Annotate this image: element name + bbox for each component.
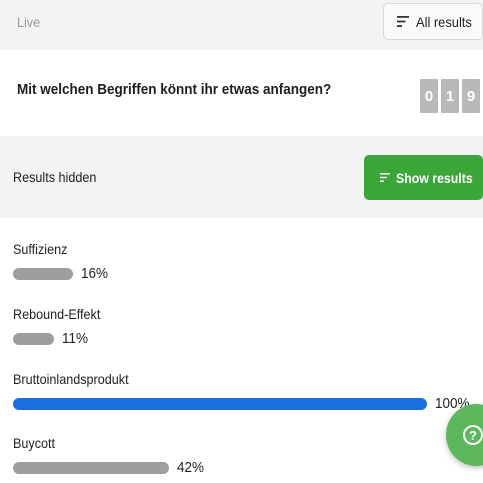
- option-label: Rebound-Effekt: [13, 306, 101, 322]
- filter-lines-icon: [397, 16, 409, 27]
- option-bar-fill: [13, 268, 73, 280]
- option-bar: [13, 268, 427, 280]
- question-mark-icon: ?: [463, 425, 483, 445]
- response-counter: 0 1 9: [420, 79, 480, 113]
- top-bar: Live All results: [0, 0, 483, 50]
- counter-digit: 1: [441, 79, 459, 113]
- option-label: Bruttoinlandsprodukt: [13, 371, 129, 387]
- show-results-label: Show results: [395, 169, 473, 186]
- option-bar-fill: [13, 333, 54, 345]
- option-percent: 16%: [81, 265, 109, 282]
- all-results-label: All results: [416, 13, 472, 30]
- live-status: Live: [17, 14, 41, 30]
- all-results-button[interactable]: All results: [383, 3, 483, 40]
- filter-lines-icon: [380, 173, 390, 182]
- option-bar: [13, 462, 427, 474]
- show-results-button[interactable]: Show results: [364, 155, 483, 200]
- results-hidden-text: Results hidden: [13, 169, 97, 185]
- option-label: Suffizienz: [13, 241, 68, 257]
- help-button[interactable]: ?: [446, 404, 483, 466]
- option-percent: 11%: [62, 330, 89, 347]
- option-label: Buycott: [13, 435, 56, 451]
- counter-digit: 9: [462, 79, 480, 113]
- question-text: Mit welchen Begriffen könnt ihr etwas an…: [17, 81, 332, 98]
- counter-digit: 0: [420, 79, 438, 113]
- option-bar-fill: [13, 462, 169, 474]
- option-percent: 42%: [177, 459, 205, 476]
- option-bar: [13, 398, 427, 410]
- option-bar-fill: [13, 398, 427, 410]
